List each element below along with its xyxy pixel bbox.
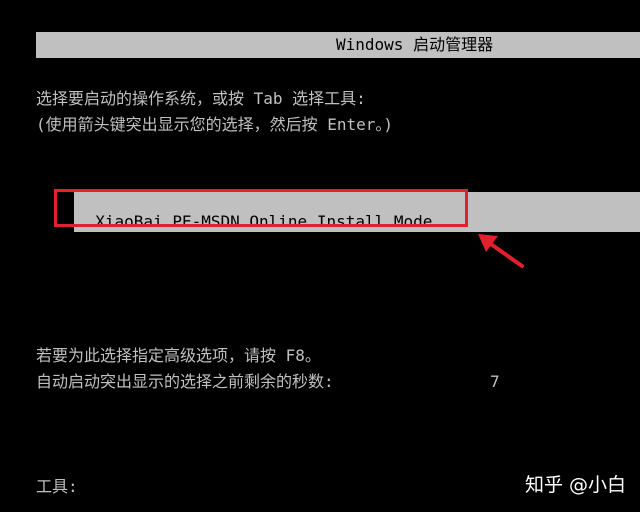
watermark: 知乎 @小白 — [524, 474, 626, 496]
instruction-line-2: (使用箭头键突出显示您的选择，然后按 Enter。) — [36, 115, 394, 134]
advanced-options-text: 若要为此选择指定高级选项，请按 F8。 — [36, 346, 321, 365]
window-title: Windows 启动管理器 — [336, 35, 494, 54]
title-bar: Windows 启动管理器 — [36, 32, 640, 58]
countdown-label: 自动启动突出显示的选择之前剩余的秒数: — [36, 372, 334, 391]
tools-label[interactable]: 工具: — [36, 477, 78, 497]
os-item-label: XiaoBai PE-MSDN Online Install Mode — [95, 212, 433, 231]
countdown-value: 7 — [490, 372, 500, 391]
instruction-line-1: 选择要启动的操作系统，或按 Tab 选择工具: — [36, 89, 366, 108]
os-item-xiaobai-pe[interactable]: XiaoBai PE-MSDN Online Install Mode — [74, 192, 640, 232]
arrow-icon — [478, 234, 524, 268]
